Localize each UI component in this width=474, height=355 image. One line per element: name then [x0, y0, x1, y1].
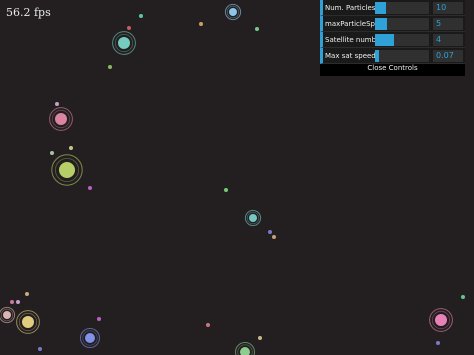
satellite-number-input[interactable]: 4	[433, 33, 463, 46]
particle	[3, 311, 11, 319]
particle	[435, 314, 447, 326]
satellite-dot	[268, 230, 272, 234]
particle	[249, 214, 257, 222]
slider-fill	[375, 1, 386, 14]
num-particles-input[interactable]: 10	[433, 1, 463, 14]
particle	[59, 162, 75, 178]
control-max-sat-speed[interactable]: Max sat speed 0.07	[320, 48, 465, 64]
satellite-dot	[55, 102, 59, 106]
controls-panel: Num. Particles 10 maxParticleSpeed 5 Sat…	[320, 0, 465, 76]
satellite-dot	[199, 22, 203, 26]
satellite-dot	[139, 14, 143, 18]
control-label: Num. Particles	[325, 3, 375, 12]
particle	[22, 316, 34, 328]
close-controls-button[interactable]: Close Controls	[320, 64, 465, 76]
control-satellite-number[interactable]: Satellite number 4	[320, 32, 465, 48]
control-label: Max sat speed	[325, 51, 375, 60]
satellite-dot	[258, 336, 262, 340]
satellite-dot	[38, 347, 42, 351]
slider-fill	[375, 17, 387, 30]
satellite-dot	[436, 341, 440, 345]
slider-fill	[375, 33, 394, 46]
max-particle-speed-input[interactable]: 5	[433, 17, 463, 30]
satellite-dot	[50, 151, 54, 155]
control-max-particle-speed[interactable]: maxParticleSpeed 5	[320, 16, 465, 32]
satellite-dot	[461, 295, 465, 299]
max-sat-speed-slider[interactable]	[375, 49, 429, 62]
satellite-dot	[224, 188, 228, 192]
satellite-dot	[206, 323, 210, 327]
particle	[55, 113, 67, 125]
particle	[240, 347, 250, 355]
satellite-dot	[69, 146, 73, 150]
satellite-dot	[16, 300, 20, 304]
max-particle-speed-slider[interactable]	[375, 17, 429, 30]
particle	[118, 37, 130, 49]
num-particles-slider[interactable]	[375, 1, 429, 14]
particle	[85, 333, 95, 343]
satellite-dot	[97, 317, 101, 321]
satellite-dot	[25, 292, 29, 296]
control-num-particles[interactable]: Num. Particles 10	[320, 0, 465, 16]
control-label: Satellite number	[325, 35, 375, 44]
max-sat-speed-input[interactable]: 0.07	[433, 49, 463, 62]
satellite-dot	[10, 300, 14, 304]
fps-counter: 56.2 fps	[6, 6, 51, 19]
satellite-dot	[108, 65, 112, 69]
satellite-dot	[272, 235, 276, 239]
control-label: maxParticleSpeed	[325, 19, 375, 28]
satellite-number-slider[interactable]	[375, 33, 429, 46]
slider-fill	[375, 49, 379, 62]
satellite-dot	[127, 26, 131, 30]
particle	[229, 8, 237, 16]
satellite-dot	[255, 27, 259, 31]
satellite-dot	[88, 186, 92, 190]
